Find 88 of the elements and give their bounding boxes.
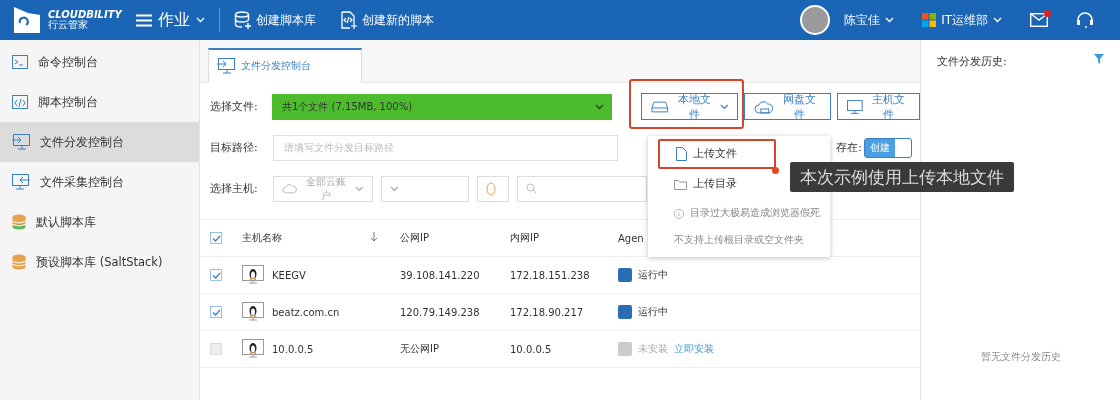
row-checkbox[interactable]	[210, 269, 222, 281]
history-title: 文件分发历史:	[937, 54, 1007, 69]
table-cell-text: 172.18.90.217	[510, 306, 585, 318]
caret-icon	[595, 103, 605, 110]
table-cell-text: 39.108.141.220	[400, 269, 481, 281]
user-menu[interactable]: 陈宝佳	[844, 11, 895, 29]
folder-icon	[674, 178, 687, 190]
info-icon	[674, 207, 684, 220]
sidebar-item[interactable]: 文件分发控制台	[0, 122, 199, 162]
row-checkbox[interactable]	[210, 343, 222, 355]
toolbar-action[interactable]: 创建脚本库	[233, 11, 326, 29]
monitor-icon	[847, 99, 863, 114]
empty-message: 暂无文件分发历史	[979, 350, 1062, 364]
host-name: beatz.com.cn	[272, 306, 340, 318]
monitor-arrow-icon	[12, 134, 30, 150]
cloud-icon	[754, 99, 774, 114]
annotation-tooltip: 本次示例使用上传本地文件	[790, 162, 1014, 192]
table-cell-text: 10.0.0.5	[510, 343, 553, 355]
column-header: Agen	[618, 232, 644, 244]
monitor-arrow-icon	[217, 58, 235, 74]
logo-icon	[12, 5, 42, 35]
drive-icon	[651, 100, 669, 113]
table-cell-text: 172.18.151.238	[510, 269, 591, 281]
database-icon	[12, 214, 26, 230]
field-label: 存在:	[836, 140, 862, 155]
toolbar-action[interactable]: 创建新的脚本	[339, 11, 444, 29]
four-squares-icon	[922, 13, 937, 27]
terminal-icon	[12, 55, 28, 69]
caret-icon	[195, 17, 205, 23]
file-source-button[interactable]: 网盘文件	[744, 93, 832, 120]
caret-icon	[390, 185, 399, 192]
mail-button[interactable]	[1030, 13, 1048, 27]
agent-status: 运行中	[638, 268, 668, 282]
support-button[interactable]	[1076, 12, 1094, 28]
column-header: 主机名称	[242, 231, 283, 245]
caret-icon	[355, 185, 364, 192]
mail-icon	[1030, 13, 1048, 27]
linux-host-icon	[242, 265, 264, 285]
menu-note: 不支持上传根目录或空文件夹	[674, 234, 804, 247]
file-source-button[interactable]: 本地文件	[641, 93, 739, 120]
table-cell-text: 120.79.149.238	[400, 306, 481, 318]
jobs-menu[interactable]: 作业	[135, 9, 205, 31]
sidebar-item[interactable]: 脚本控制台	[0, 82, 199, 122]
column-header: 内网IP	[510, 231, 540, 245]
menu-item[interactable]: 上传文件	[658, 139, 776, 169]
database-icon	[12, 254, 26, 270]
logo-text: CLOUDBILITY	[48, 9, 122, 20]
sidebar-item[interactable]: 命令控制台	[0, 42, 199, 82]
database-plus-icon	[233, 11, 252, 29]
sort-arrow-icon[interactable]	[370, 232, 378, 242]
headset-icon	[1076, 12, 1094, 28]
host-search-field[interactable]	[517, 175, 647, 202]
menu-note: 目录过大极易造成浏览器假死	[690, 207, 820, 220]
host-name: 10.0.0.5	[272, 343, 314, 355]
caret-icon	[885, 17, 895, 23]
code-file-plus-icon	[339, 11, 358, 29]
row-checkbox[interactable]	[210, 306, 222, 318]
org-menu[interactable]: IT运维部	[922, 11, 1002, 29]
agent-status: 未安装	[638, 342, 668, 356]
table-cell-text: 无公网IP	[400, 342, 440, 356]
pointer-dot	[772, 167, 779, 174]
file-select-field[interactable]: 共1个文件 (7.15MB, 100%)	[272, 93, 613, 120]
sidebar-item[interactable]: 默认脚本库	[0, 202, 199, 242]
linux-host-icon	[242, 302, 264, 322]
install-link[interactable]: 立即安装	[674, 342, 714, 356]
sidebar-item[interactable]: 预设脚本库 (SaltStack)	[0, 242, 199, 282]
file-icon	[676, 147, 687, 161]
column-header: 公网IP	[400, 231, 430, 245]
cloud-icon	[282, 183, 298, 194]
sidebar-item[interactable]: 文件采集控制台	[0, 162, 199, 202]
file-source-button[interactable]: 主机文件	[837, 93, 920, 120]
avatar[interactable]	[800, 5, 831, 35]
field-label: 目标路径:	[210, 140, 259, 155]
host-name: KEEGV	[272, 269, 306, 281]
code-icon	[12, 95, 28, 109]
menu-icon	[135, 13, 152, 27]
field-label: 选择主机:	[210, 181, 259, 196]
linux-host-icon	[242, 339, 264, 359]
monitor-arrow-icon	[12, 174, 30, 190]
menu-item[interactable]: 上传目录	[658, 169, 776, 199]
field-label: 选择文件:	[210, 99, 259, 114]
search-icon	[526, 183, 537, 194]
select-all-checkbox[interactable]	[210, 232, 222, 244]
tab[interactable]: 文件分发控制台	[208, 48, 362, 83]
caret-icon	[993, 17, 1002, 23]
agent-status: 运行中	[638, 305, 668, 319]
filter-icon[interactable]	[1094, 54, 1104, 64]
logo-subtext: 行云管家	[48, 20, 89, 31]
